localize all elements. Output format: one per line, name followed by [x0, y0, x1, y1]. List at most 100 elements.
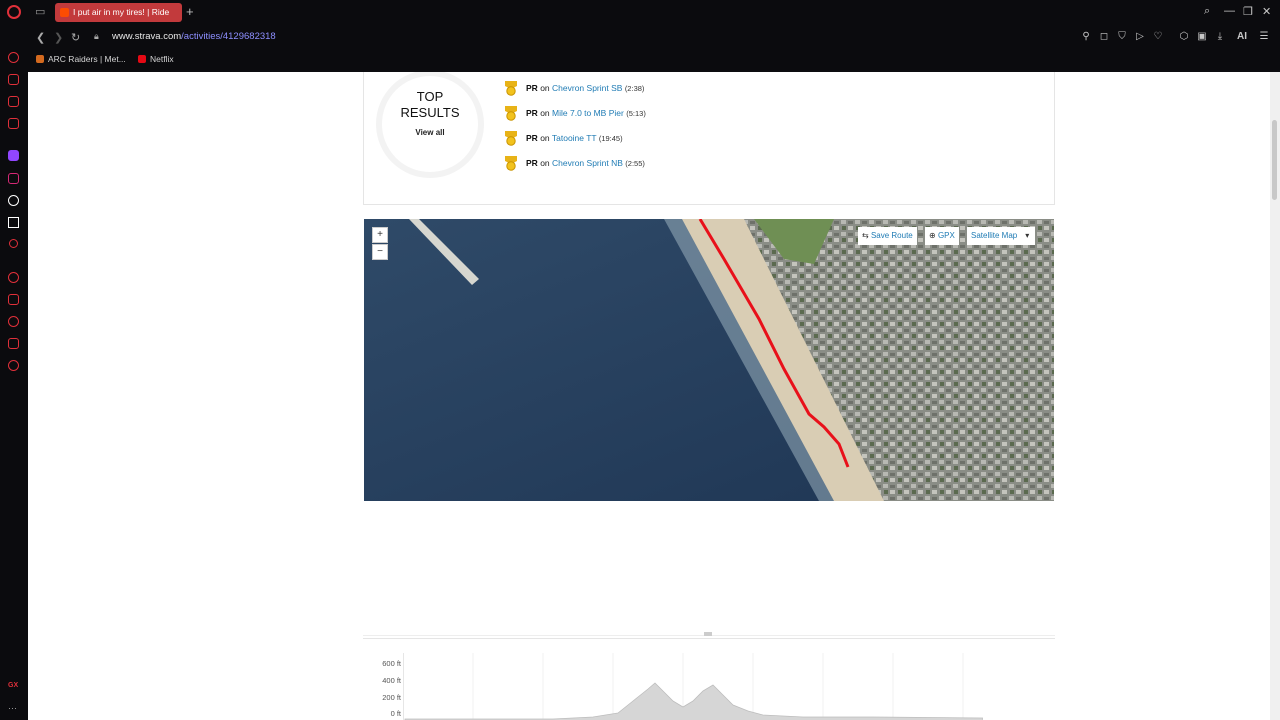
pr-on: on	[540, 133, 550, 143]
pin-icon[interactable]: ⚲	[1081, 32, 1091, 42]
pr-label: PR	[526, 83, 538, 93]
zoom-in-button[interactable]: +	[372, 227, 388, 243]
tab-bar: ▭ I put air in my tires! | Ride + ⌕ — ❐ …	[0, 0, 1280, 25]
elev-y-label: 600 ft	[382, 659, 401, 668]
workspaces-icon[interactable]: ▭	[35, 6, 47, 18]
x-icon[interactable]	[8, 217, 19, 228]
page-viewport: TOP RESULTS View all PR on Chevron Sprin…	[28, 72, 1270, 720]
discord-icon[interactable]	[8, 96, 19, 107]
pr-on: on	[540, 108, 550, 118]
bookmark-label: ARC Raiders | Met...	[48, 54, 126, 64]
messenger-icon[interactable]	[8, 74, 19, 85]
caret-down-icon: ▾	[1025, 231, 1030, 240]
player-icon[interactable]	[8, 272, 19, 283]
settings-icon[interactable]	[8, 360, 19, 371]
music-icon[interactable]	[9, 239, 18, 248]
speed-dial-icon[interactable]	[8, 52, 19, 63]
top-results-title-line2: RESULTS	[400, 105, 460, 120]
twitch-icon[interactable]	[8, 150, 19, 161]
segment-time: (19:45)	[598, 134, 623, 143]
top-results-badge	[376, 72, 484, 178]
pr-medal-icon	[505, 131, 517, 146]
gx-icon[interactable]: GX	[8, 682, 19, 693]
elevation-area	[404, 682, 983, 720]
strava-favicon-icon	[60, 8, 69, 17]
new-tab-button[interactable]: +	[186, 4, 194, 19]
more-icon[interactable]: ···	[8, 703, 19, 714]
url-host: www.strava.com	[112, 31, 182, 42]
pr-on: on	[540, 158, 550, 168]
content-card	[363, 501, 1055, 636]
forward-icon[interactable]: ❯	[54, 31, 63, 44]
reload-icon[interactable]: ↻	[71, 31, 80, 44]
top-results-title: TOP RESULTS	[376, 89, 484, 121]
shield-icon[interactable]: ⛉	[1117, 32, 1127, 42]
bookmark-favicon-icon	[36, 55, 44, 63]
download-circle-icon: ⊕	[929, 231, 936, 240]
elev-y-label: 0 ft	[390, 709, 401, 718]
instagram-icon[interactable]	[8, 173, 19, 184]
segment-time: (2:55)	[625, 159, 645, 168]
download-icon[interactable]: ⤓	[1215, 32, 1225, 42]
activity-map[interactable]: + − ⇆ Save Route ⊕ GPX Satellite Map ▾	[364, 219, 1054, 501]
save-route-label: Save Route	[870, 231, 913, 240]
elevation-chart: 600 ft 400 ft 200 ft 0 ft	[363, 638, 1055, 720]
search-tabs-icon[interactable]: ⌕	[1204, 5, 1210, 18]
address-bar: ❮ ❯ ↻ 🔒︎ www.strava.com/activities/41296…	[28, 25, 1280, 50]
lock-icon[interactable]: 🔒︎	[94, 31, 99, 42]
browser-sidebar: GX ···	[0, 25, 28, 720]
resize-handle[interactable]	[704, 632, 712, 636]
top-results-title-line1: TOP	[416, 89, 444, 104]
tiktok-icon[interactable]	[8, 195, 19, 206]
tab-active[interactable]: I put air in my tires! | Ride	[55, 3, 182, 22]
map-type-select[interactable]: Satellite Map ▾	[967, 227, 1036, 245]
bookmark-arc-raiders[interactable]: ARC Raiders | Met...	[36, 54, 126, 64]
back-icon[interactable]: ❮	[36, 31, 45, 44]
url-path: /activities/4129682318	[181, 31, 276, 42]
pr-medal-icon	[505, 156, 517, 171]
bookmark-label: Netflix	[150, 54, 174, 64]
history-icon[interactable]	[8, 316, 19, 327]
gpx-label: GPX	[937, 231, 955, 240]
heart-icon[interactable]: ♡	[1153, 32, 1163, 42]
netflix-icon	[138, 55, 146, 63]
bookmark-netflix[interactable]: Netflix	[138, 54, 174, 64]
pinboard-icon[interactable]	[8, 294, 19, 305]
extensions-sidebar-icon[interactable]	[8, 338, 19, 349]
segment-time: (5:13)	[626, 109, 646, 118]
segment-link[interactable]: Mile 7.0 to MB Pier	[552, 108, 624, 118]
close-window-icon[interactable]: ✕	[1262, 5, 1271, 18]
segment-link[interactable]: Chevron Sprint SB	[552, 83, 622, 93]
map-type-label: Satellite Map	[971, 231, 1018, 240]
ai-button[interactable]: AI	[1231, 32, 1253, 42]
pr-label: PR	[526, 158, 538, 168]
save-route-button[interactable]: ⇆ Save Route	[858, 227, 917, 245]
gmail-icon[interactable]	[8, 118, 19, 129]
top-results-card: TOP RESULTS View all PR on Chevron Sprin…	[363, 72, 1055, 205]
snapshot-icon[interactable]: ◻	[1099, 32, 1109, 42]
menu-icon[interactable]: ☰	[1259, 32, 1269, 42]
play-icon[interactable]: ▷	[1135, 32, 1145, 42]
pr-medal-icon	[505, 81, 517, 96]
elev-y-label: 400 ft	[382, 676, 401, 685]
extensions-icon[interactable]: ⬡	[1179, 32, 1189, 42]
pr-label: PR	[526, 108, 538, 118]
minimize-icon[interactable]: —	[1224, 5, 1235, 17]
restore-icon[interactable]: ❐	[1243, 5, 1253, 18]
opera-logo-icon[interactable]	[7, 5, 21, 19]
segment-link[interactable]: Tatooine TT	[552, 133, 597, 143]
zoom-out-button[interactable]: −	[372, 244, 388, 260]
bookmarks-bar: ARC Raiders | Met... Netflix	[28, 50, 1280, 70]
url-field[interactable]: www.strava.com/activities/4129682318	[112, 31, 276, 42]
tab-title: I put air in my tires! | Ride	[73, 7, 170, 17]
satellite-imagery	[364, 219, 1054, 501]
segment-link[interactable]: Chevron Sprint NB	[552, 158, 623, 168]
wallet-icon[interactable]: ▣	[1197, 32, 1207, 42]
scroll-thumb[interactable]	[1272, 120, 1277, 200]
pr-medal-icon	[505, 106, 517, 121]
pr-on: on	[540, 83, 550, 93]
ai-label: AI	[1237, 31, 1247, 42]
elevation-profile	[403, 653, 983, 720]
view-all-link[interactable]: View all	[408, 128, 452, 137]
gpx-button[interactable]: ⊕ GPX	[925, 227, 959, 245]
